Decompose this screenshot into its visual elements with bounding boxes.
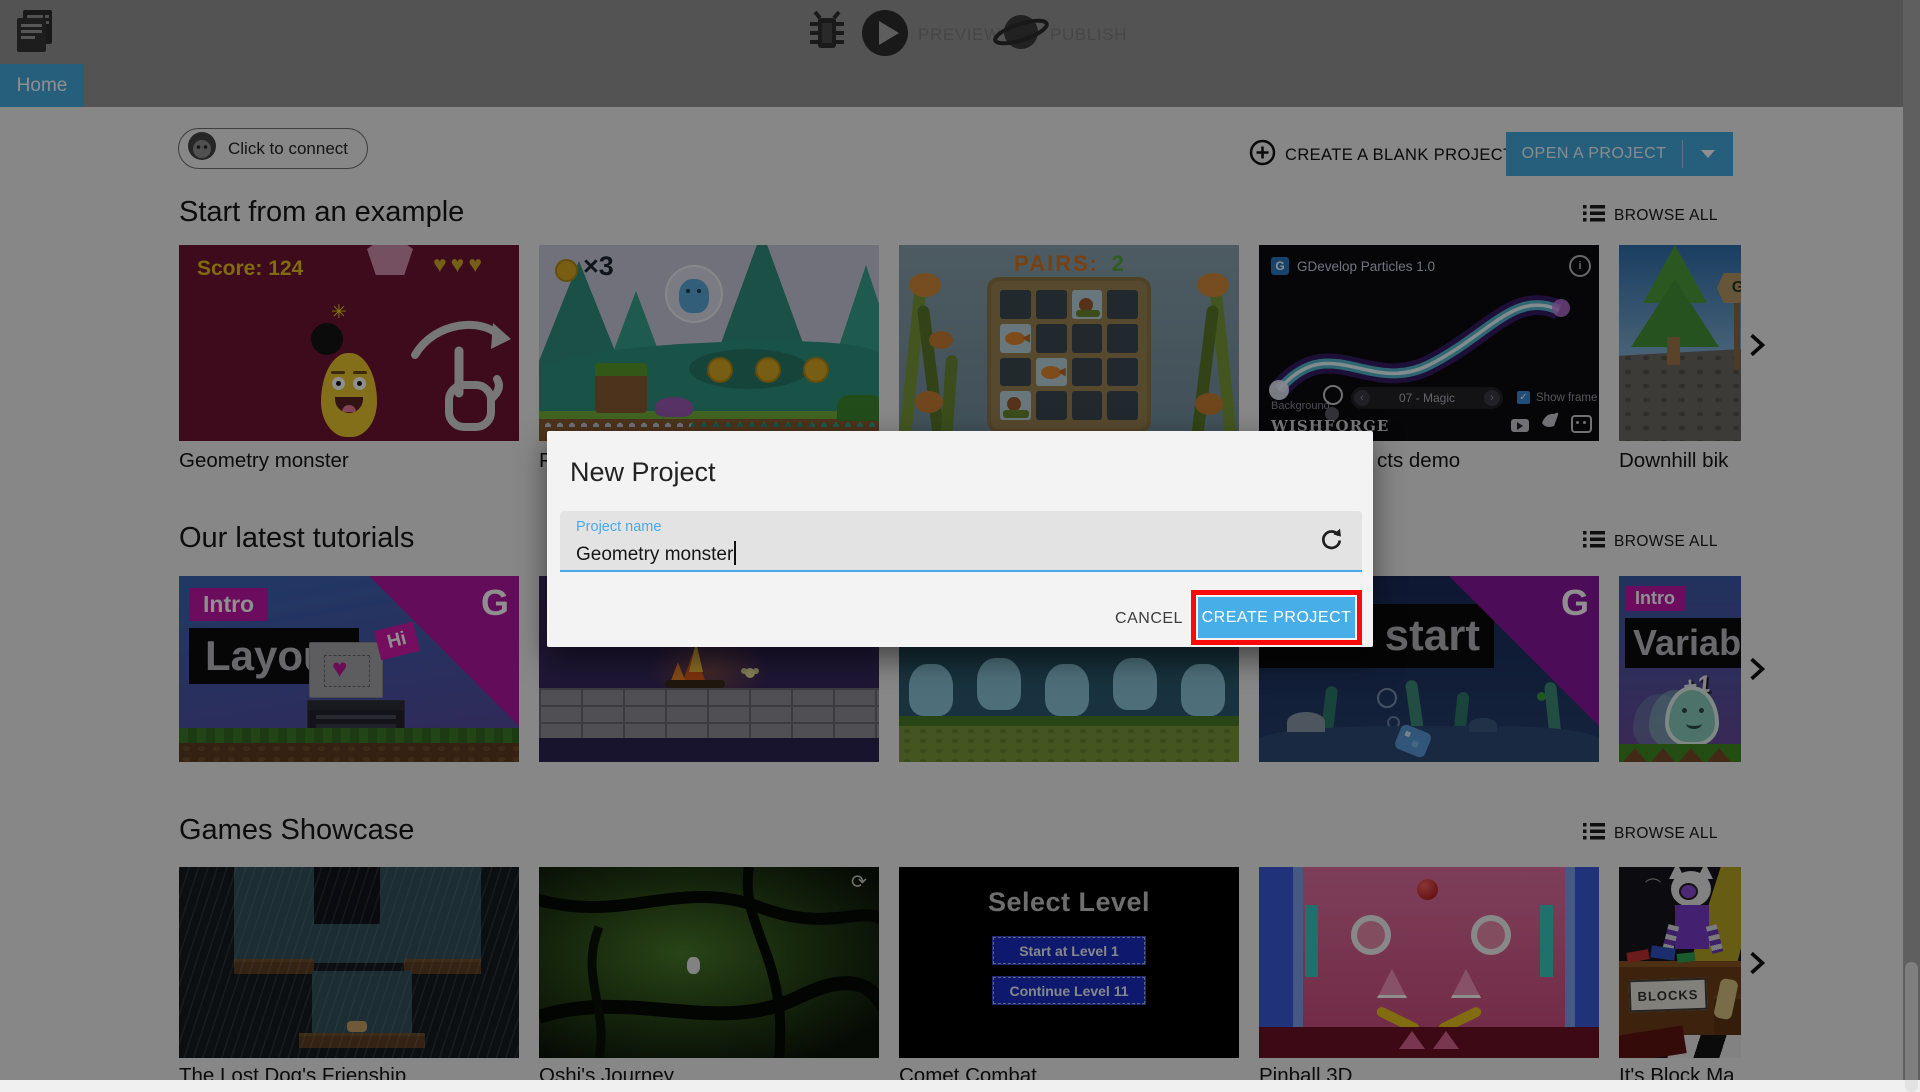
text-cursor (734, 541, 737, 565)
cancel-button[interactable]: CANCEL (1107, 601, 1191, 637)
refresh-icon[interactable] (1318, 527, 1345, 559)
project-name-input[interactable]: Project name Geometry monster (560, 511, 1362, 572)
dialog-title: New Project (570, 457, 716, 487)
project-name-value: Geometry monster (576, 544, 734, 565)
project-name-label: Project name (576, 519, 662, 535)
tutorial-highlight-box (1191, 590, 1362, 645)
new-project-dialog: New Project Project name Geometry monste… (547, 431, 1373, 647)
